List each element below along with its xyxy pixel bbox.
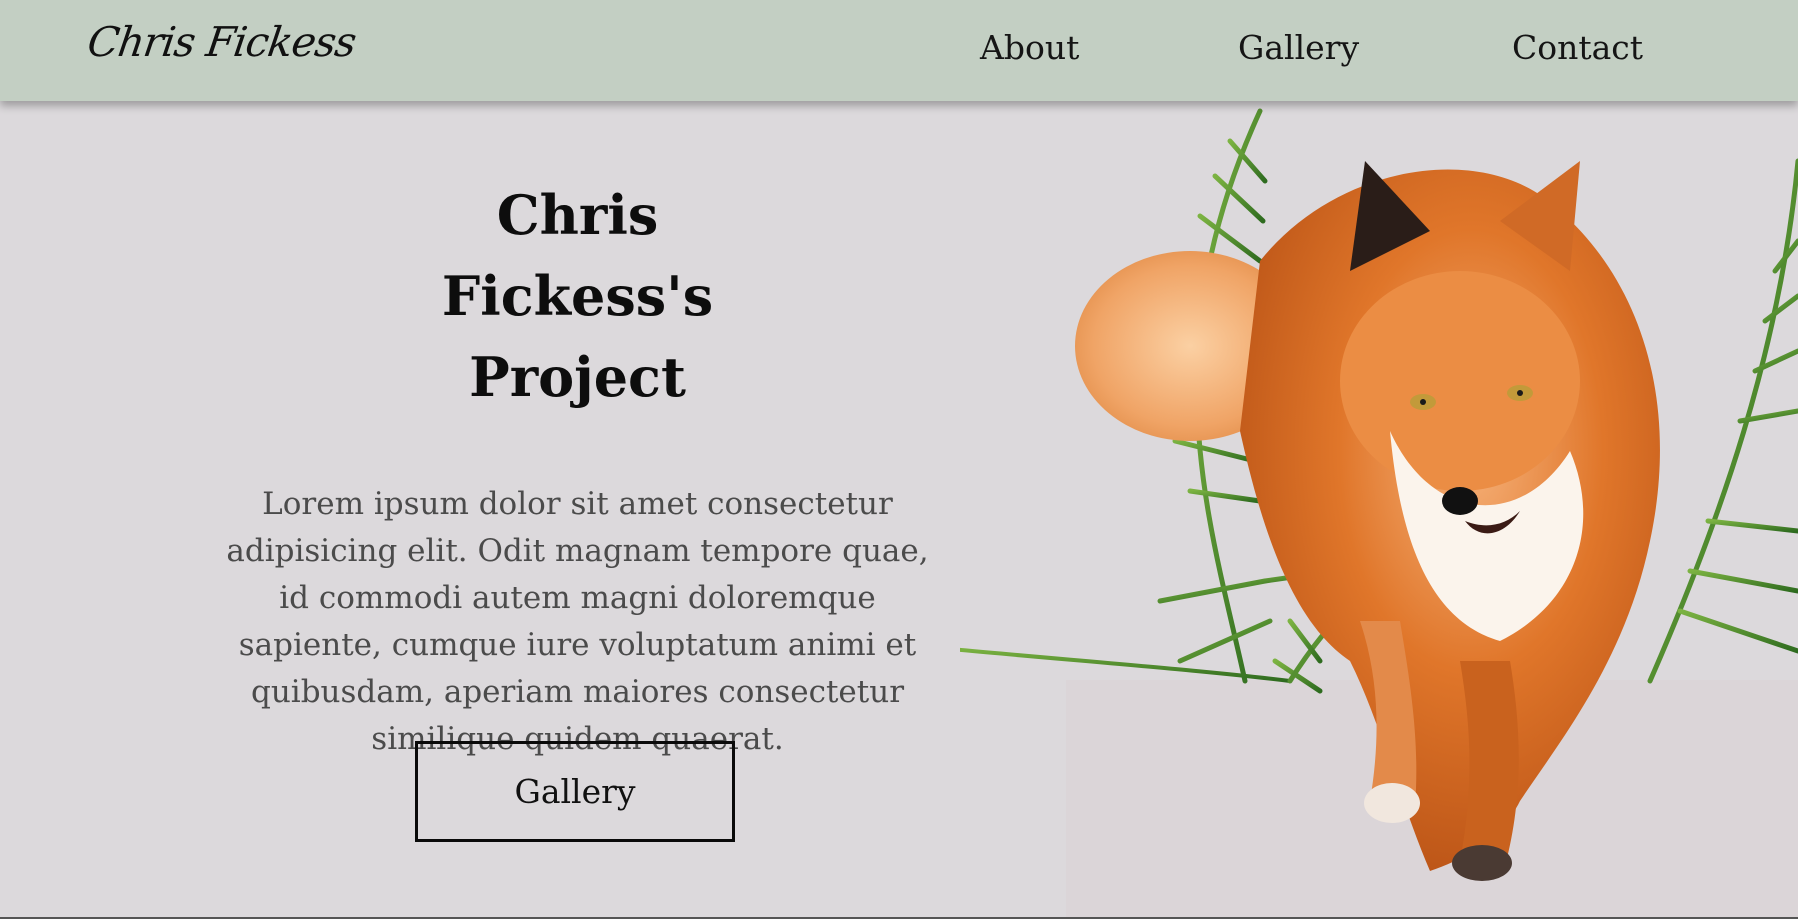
top-navbar: Chris Fickess About Gallery Contact: [0, 0, 1798, 101]
nav-link-about[interactable]: About: [980, 28, 1079, 67]
fox-face: [1340, 271, 1580, 491]
landing-page: Chris Fickess About Gallery Contact Chri…: [0, 0, 1798, 919]
hero-section: Chris Fickess's Project Lorem ipsum dolo…: [190, 175, 965, 763]
site-logo[interactable]: Chris Fickess: [85, 18, 359, 66]
nav-link-contact[interactable]: Contact: [1512, 28, 1643, 67]
fox-nose: [1442, 487, 1478, 515]
fox-illustration: [960, 108, 1798, 881]
nav-link-gallery[interactable]: Gallery: [1238, 28, 1359, 67]
gallery-button[interactable]: Gallery: [415, 741, 735, 842]
hero-title: Chris Fickess's Project: [441, 183, 714, 409]
hero-description: Lorem ipsum dolor sit amet consectetur a…: [226, 486, 929, 757]
